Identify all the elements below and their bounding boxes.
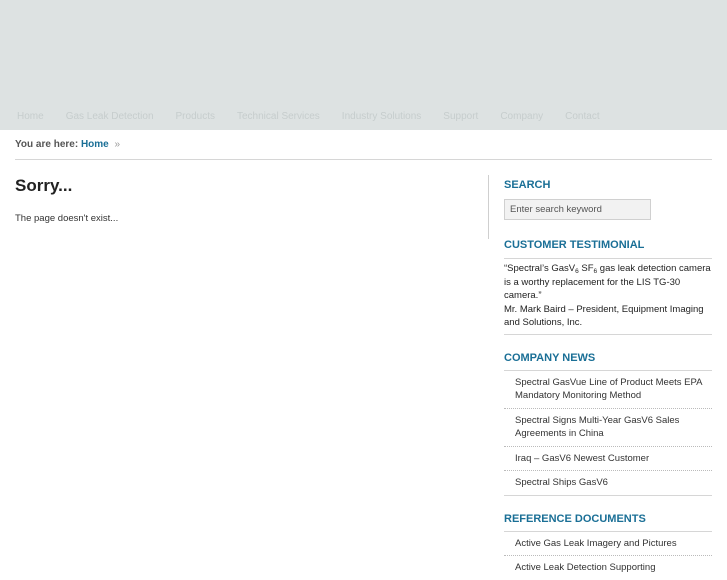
docs-list: Active Gas Leak Imagery and Pictures Act… bbox=[504, 530, 712, 580]
testimonial-quote-open: “Spectral’s GasV bbox=[504, 263, 576, 274]
testimonial-text: “Spectral’s GasV6 SF6 gas leak detection… bbox=[504, 262, 712, 333]
doc-item[interactable]: Active Leak Detection Supporting bbox=[504, 555, 712, 580]
testimonial-divider bbox=[504, 258, 712, 259]
news-item[interactable]: Spectral Signs Multi-Year GasV6 Sales Ag… bbox=[504, 407, 712, 446]
column-divider bbox=[488, 175, 489, 239]
news-list: Spectral GasVue Line of Product Meets EP… bbox=[504, 369, 712, 495]
news-list-end bbox=[504, 494, 712, 496]
nav-support[interactable]: Support bbox=[443, 109, 478, 125]
main-nav: Home Gas Leak Detection Products Technic… bbox=[0, 109, 727, 125]
sidebar: SEARCH CUSTOMER TESTIMONIAL “Spectral’s … bbox=[504, 178, 712, 580]
nav-gas-leak-detection[interactable]: Gas Leak Detection bbox=[66, 109, 154, 125]
site-header: Home Gas Leak Detection Products Technic… bbox=[0, 0, 727, 130]
news-item[interactable]: Spectral Ships GasV6 bbox=[504, 470, 712, 495]
testimonial-heading: CUSTOMER TESTIMONIAL bbox=[504, 239, 645, 251]
breadcrumb-prefix: You are here: bbox=[15, 139, 79, 150]
search-heading: SEARCH bbox=[504, 179, 551, 191]
testimonial-author: Mr. Mark Baird – President, Equipment Im… bbox=[504, 303, 704, 329]
nav-industry-solutions[interactable]: Industry Solutions bbox=[342, 109, 422, 125]
news-item[interactable]: Spectral GasVue Line of Product Meets EP… bbox=[504, 371, 712, 408]
breadcrumb-divider bbox=[15, 159, 712, 160]
docs-heading: REFERENCE DOCUMENTS bbox=[504, 512, 646, 525]
breadcrumb-home-link[interactable]: Home bbox=[81, 139, 109, 150]
nav-contact[interactable]: Contact bbox=[565, 109, 599, 125]
nav-home[interactable]: Home bbox=[17, 109, 44, 125]
doc-item[interactable]: Active Gas Leak Imagery and Pictures bbox=[504, 532, 712, 556]
testimonial-quote-mid: SF bbox=[578, 263, 594, 274]
news-heading: COMPANY NEWS bbox=[504, 351, 596, 364]
page-title: Sorry... bbox=[15, 176, 73, 195]
search-input[interactable] bbox=[504, 199, 651, 220]
testimonial-bottom-divider bbox=[504, 333, 712, 335]
breadcrumb: You are here: Home » bbox=[15, 138, 120, 152]
nav-technical-services[interactable]: Technical Services bbox=[237, 109, 320, 125]
breadcrumb-separator: » bbox=[114, 139, 121, 150]
nav-products[interactable]: Products bbox=[176, 109, 215, 125]
nav-company[interactable]: Company bbox=[500, 109, 543, 125]
error-message: The page doesn't exist... bbox=[15, 213, 119, 224]
news-item[interactable]: Iraq – GasV6 Newest Customer bbox=[504, 445, 712, 471]
